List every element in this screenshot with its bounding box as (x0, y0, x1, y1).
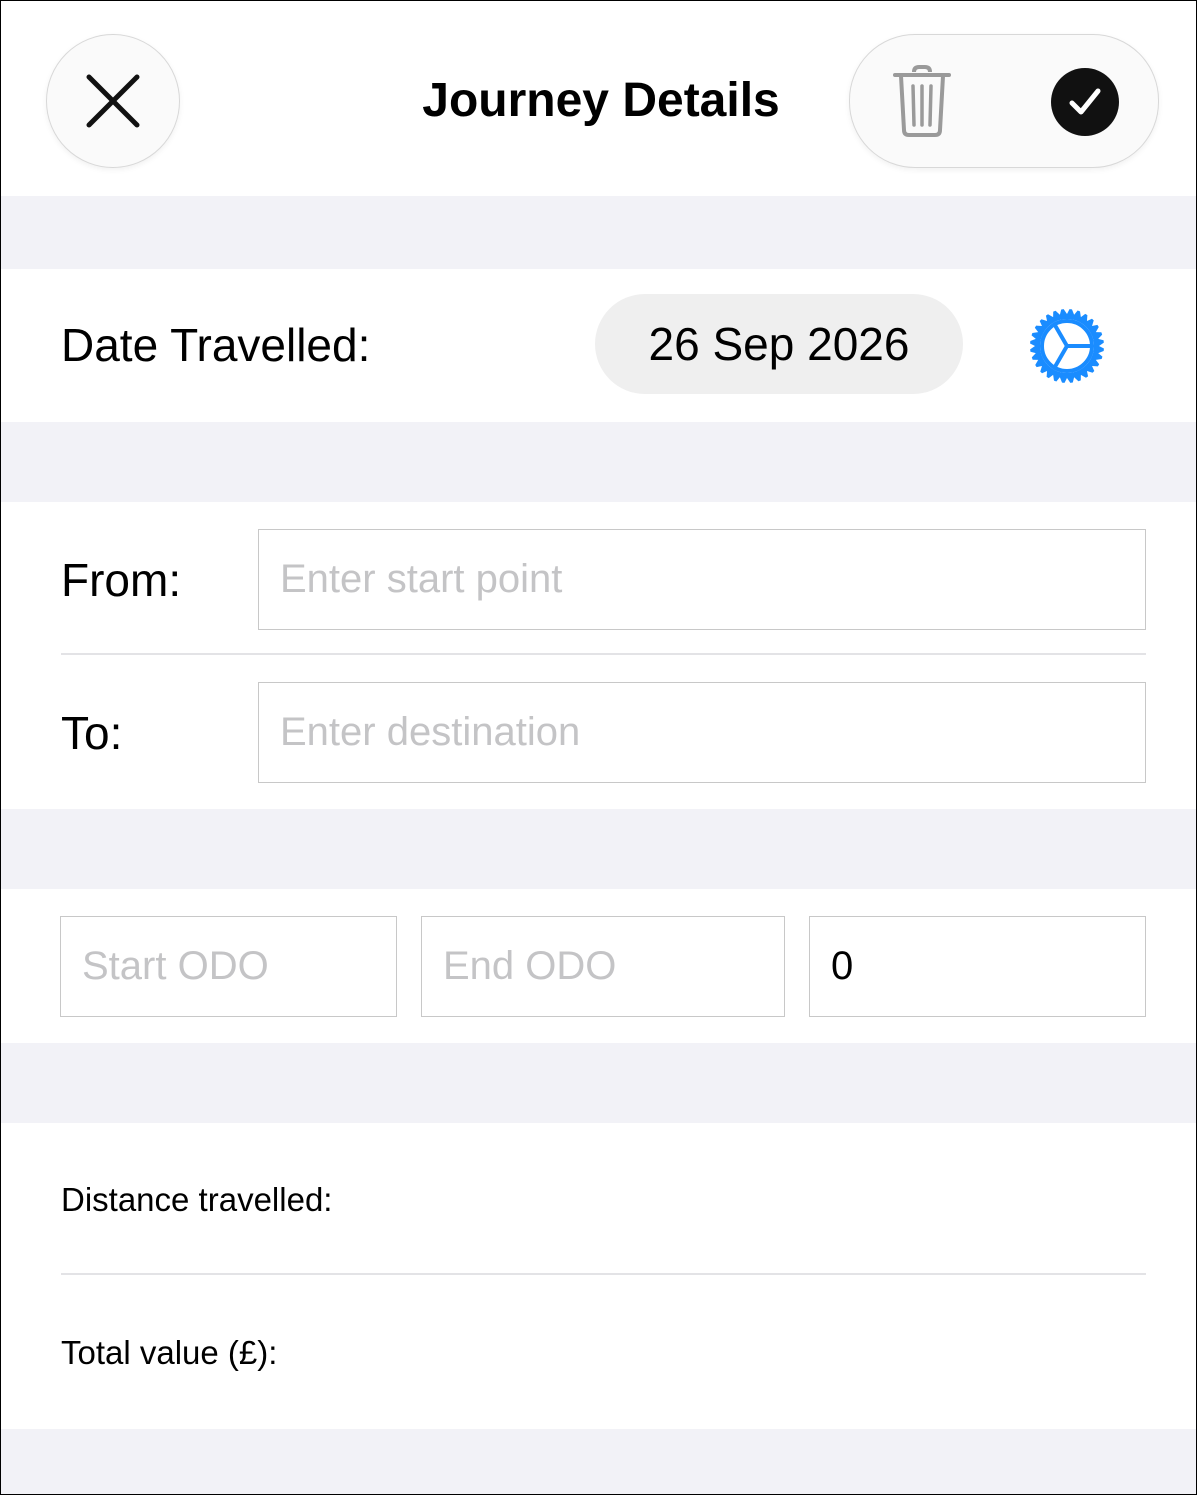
date-section: Date Travelled: 26 Sep 2026 (1, 269, 1196, 422)
date-picker-button[interactable]: 26 Sep 2026 (595, 294, 963, 394)
checkmark-icon (1069, 88, 1101, 115)
total-value-label: Total value (£): (61, 1334, 278, 1371)
header-bar: Journey Details (1, 1, 1196, 196)
delete-button[interactable] (886, 61, 958, 141)
totals-section: Distance travelled: Total value (£): (1, 1123, 1196, 1429)
date-travelled-label: Date Travelled: (61, 319, 371, 371)
close-icon (86, 74, 140, 128)
from-input[interactable] (258, 529, 1146, 630)
route-divider (61, 653, 1146, 655)
odometer-section (1, 889, 1196, 1043)
to-label: To: (61, 707, 123, 759)
header-actions (849, 34, 1159, 168)
end-odo-input[interactable] (421, 916, 785, 1017)
gear-icon (1030, 309, 1104, 383)
from-label: From: (61, 554, 182, 606)
close-button[interactable] (46, 34, 180, 168)
trash-icon (893, 65, 951, 137)
totals-divider (61, 1273, 1146, 1275)
start-odo-input[interactable] (60, 916, 397, 1017)
distance-travelled-label: Distance travelled: (61, 1181, 333, 1218)
distance-input[interactable] (809, 916, 1146, 1017)
date-settings-button[interactable] (1027, 306, 1107, 386)
confirm-button[interactable] (1051, 68, 1119, 136)
app-screen: Journey Details Date Travelled: 26 Sep 2… (0, 0, 1197, 1495)
route-section: From: To: (1, 502, 1196, 809)
page-title: Journey Details (422, 74, 780, 127)
to-input[interactable] (258, 682, 1146, 783)
